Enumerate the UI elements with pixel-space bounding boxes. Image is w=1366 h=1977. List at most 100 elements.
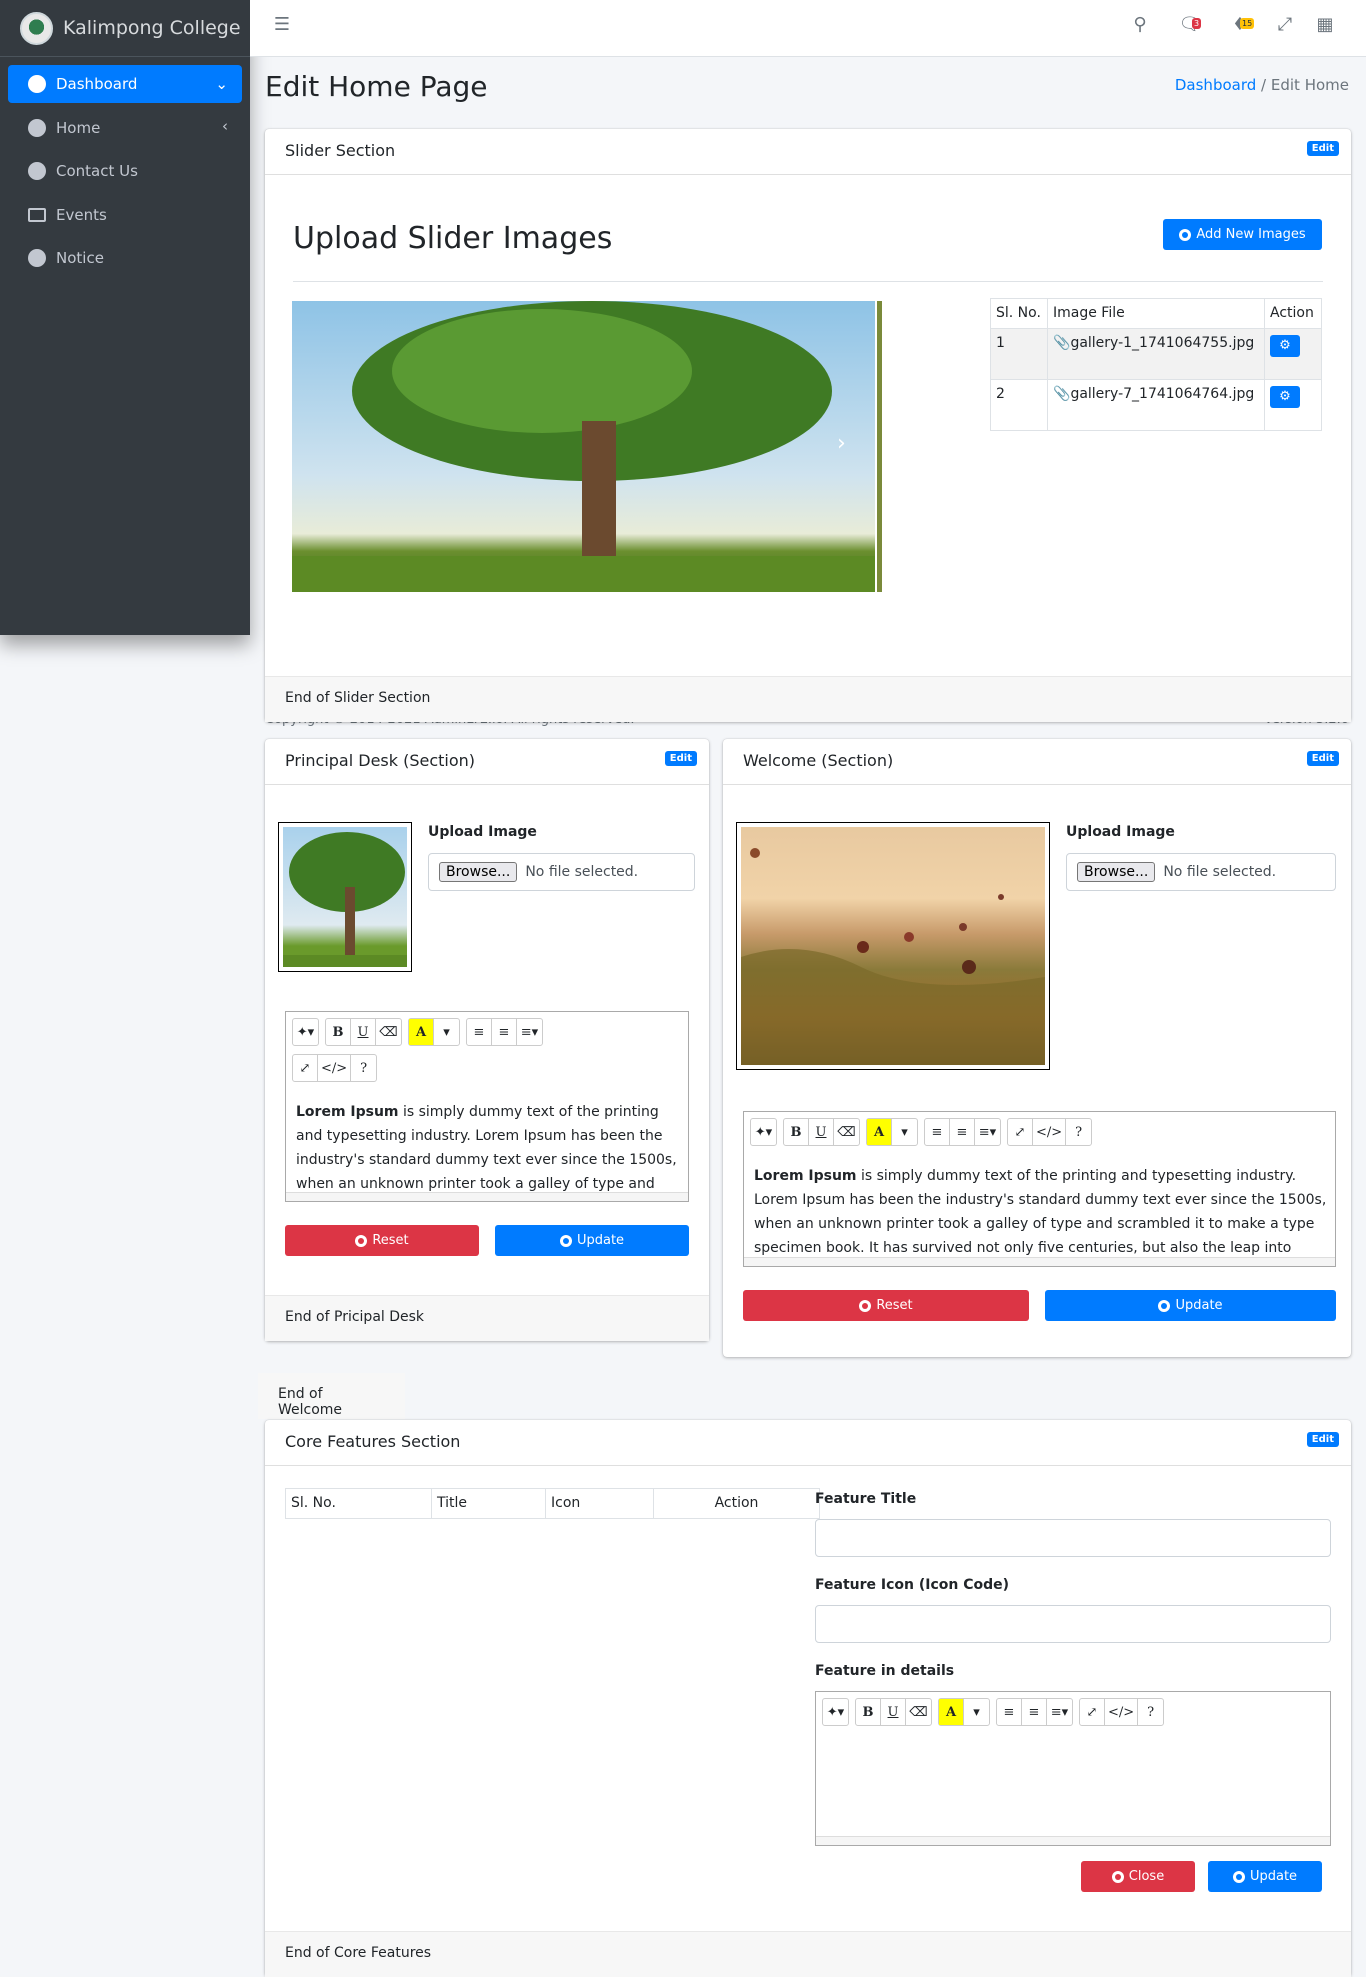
bold-icon[interactable]: B	[856, 1699, 881, 1725]
principal-reset-button[interactable]: Reset	[285, 1225, 479, 1256]
help-icon[interactable]: ?	[1066, 1119, 1091, 1145]
sidebar-item-home[interactable]: Home ‹	[8, 109, 242, 147]
sidebar-item-contact-us[interactable]: Contact Us	[8, 152, 242, 190]
menu-toggle-icon[interactable]: ☰	[270, 14, 294, 38]
welcome-editor-text[interactable]: Lorem Ipsum is simply dummy text of the …	[754, 1164, 1327, 1266]
editor-resize-handle[interactable]	[816, 1836, 1330, 1845]
core-close-button[interactable]: Close	[1081, 1861, 1195, 1892]
circle-icon	[28, 162, 46, 180]
underline-icon[interactable]: U	[809, 1119, 834, 1145]
fullscreen-icon[interactable]: ⤢	[1008, 1119, 1033, 1145]
feature-icon-input[interactable]	[815, 1605, 1331, 1643]
color-dropdown-icon[interactable]: ▾	[964, 1699, 989, 1725]
code-view-icon[interactable]: </>	[1105, 1699, 1139, 1725]
check-circle-icon	[559, 1234, 572, 1247]
search-icon[interactable]: ⚲	[1128, 14, 1152, 38]
principal-update-button[interactable]: Update	[495, 1225, 689, 1256]
style-wand-icon[interactable]: ✦▾	[823, 1699, 848, 1725]
carousel-next-icon[interactable]: ›	[837, 431, 846, 456]
editor-toolbar: ✦▾ B U ⌫ A ▾ ≡ ≡ ≡▾	[292, 1018, 543, 1046]
settings-button[interactable]: ⚙	[1270, 386, 1300, 408]
chevron-left-icon: ‹	[222, 117, 228, 135]
image-icon	[28, 208, 46, 222]
font-color-icon[interactable]: A	[939, 1699, 964, 1725]
card-header: Core Features Section Edit	[265, 1420, 1351, 1466]
style-wand-icon[interactable]: ✦▾	[293, 1019, 318, 1045]
principal-rich-text-editor[interactable]: ✦▾ B U ⌫ A ▾ ≡ ≡ ≡▾ ⤢ </>? Lorem Ipsum is simp…	[285, 1011, 689, 1202]
slider-section-card: Slider Section Edit Upload Slider Images…	[265, 129, 1351, 722]
welcome-reset-button[interactable]: Reset	[743, 1290, 1029, 1321]
principal-editor-text[interactable]: Lorem Ipsum is simply dummy text of the …	[296, 1100, 680, 1196]
underline-icon[interactable]: U	[351, 1019, 376, 1045]
upload-image-label: Upload Image	[428, 824, 537, 840]
slider-images-table: Sl. No. Image File Action 1 📎gallery-1_1…	[990, 298, 1322, 431]
messages-icon[interactable]: 🗨 3	[1178, 14, 1202, 38]
edit-button[interactable]: Edit	[664, 751, 697, 766]
feature-title-input[interactable]	[815, 1519, 1331, 1557]
help-icon[interactable]: ?	[351, 1055, 376, 1081]
card-header: Welcome (Section) Edit	[723, 739, 1351, 785]
editor-resize-handle[interactable]	[744, 1257, 1335, 1266]
welcome-rich-text-editor[interactable]: ✦▾ B U ⌫ A ▾ ≡ ≡ ≡▾ ⤢ </>? Lorem Ipsum is simp…	[743, 1111, 1336, 1267]
unordered-list-icon[interactable]: ≡	[925, 1119, 950, 1145]
add-new-images-button[interactable]: Add New Images	[1163, 219, 1322, 250]
times-circle-icon	[859, 1299, 872, 1312]
fullscreen-icon[interactable]: ⤢	[1080, 1699, 1105, 1725]
font-color-icon[interactable]: A	[867, 1119, 892, 1145]
feature-details-editor[interactable]: ✦▾ B U ⌫ A ▾ ≡ ≡ ≡▾ ⤢ </>?	[815, 1691, 1331, 1846]
ordered-list-icon[interactable]: ≡	[950, 1119, 975, 1145]
font-color-icon[interactable]: A	[409, 1019, 434, 1045]
eraser-icon[interactable]: ⌫	[906, 1699, 931, 1725]
help-icon[interactable]: ?	[1138, 1699, 1163, 1725]
browse-button[interactable]: Browse...	[439, 862, 518, 882]
bold-icon[interactable]: B	[784, 1119, 809, 1145]
breadcrumb: Dashboard / Edit Home	[1174, 76, 1349, 94]
bold-icon[interactable]: B	[326, 1019, 351, 1045]
breadcrumb-dashboard-link[interactable]: Dashboard	[1175, 76, 1256, 94]
ordered-list-icon[interactable]: ≡	[1022, 1699, 1047, 1725]
college-logo	[20, 11, 53, 45]
brand-link[interactable]: Kalimpong College	[0, 0, 250, 57]
core-features-table: Sl. No. Title Icon Action	[285, 1488, 820, 1519]
edit-button[interactable]: Edit	[1306, 751, 1339, 766]
eraser-icon[interactable]: ⌫	[834, 1119, 859, 1145]
editor-resize-handle[interactable]	[286, 1192, 688, 1201]
circle-icon	[28, 249, 46, 267]
align-icon[interactable]: ≡▾	[1047, 1699, 1072, 1725]
editor-toolbar: ✦▾ B U ⌫ A ▾ ≡ ≡ ≡▾ ⤢ </>?	[750, 1118, 1093, 1146]
check-circle-icon	[1232, 1870, 1245, 1883]
code-view-icon[interactable]: </>	[1033, 1119, 1067, 1145]
principal-image	[278, 822, 412, 972]
edit-button[interactable]: Edit	[1306, 141, 1339, 156]
browse-button[interactable]: Browse...	[1077, 862, 1156, 882]
fullscreen-icon[interactable]: ⤢	[293, 1055, 318, 1081]
fullscreen-icon[interactable]: ⤢	[1273, 14, 1297, 38]
align-icon[interactable]: ≡▾	[975, 1119, 1000, 1145]
core-update-button[interactable]: Update	[1208, 1861, 1322, 1892]
eraser-icon[interactable]: ⌫	[376, 1019, 401, 1045]
page-title: Edit Home Page	[265, 70, 488, 103]
code-view-icon[interactable]: </>	[318, 1055, 352, 1081]
style-wand-icon[interactable]: ✦▾	[751, 1119, 776, 1145]
principal-file-input[interactable]: Browse... No file selected.	[428, 853, 695, 891]
grid-icon[interactable]: ▦	[1313, 14, 1337, 38]
messages-badge: 3	[1192, 18, 1202, 29]
edit-button[interactable]: Edit	[1306, 1432, 1339, 1447]
unordered-list-icon[interactable]: ≡	[467, 1019, 492, 1045]
sidebar-item-dashboard[interactable]: Dashboard ⌄	[8, 65, 242, 103]
align-icon[interactable]: ≡▾	[517, 1019, 542, 1045]
table-row: 2 📎gallery-7_1741064764.jpg ⚙	[990, 379, 1322, 431]
welcome-update-button[interactable]: Update	[1045, 1290, 1336, 1321]
notifications-icon[interactable]: ♦15	[1228, 14, 1255, 38]
underline-icon[interactable]: U	[881, 1699, 906, 1725]
welcome-file-input[interactable]: Browse... No file selected.	[1066, 853, 1336, 891]
sidebar-item-notice[interactable]: Notice	[8, 239, 242, 277]
settings-button[interactable]: ⚙	[1270, 335, 1300, 357]
ordered-list-icon[interactable]: ≡	[492, 1019, 517, 1045]
unordered-list-icon[interactable]: ≡	[997, 1699, 1022, 1725]
sidebar-item-events[interactable]: Events	[8, 196, 242, 234]
notifications-badge: 15	[1240, 18, 1255, 29]
slider-heading: Upload Slider Images	[293, 221, 613, 256]
color-dropdown-icon[interactable]: ▾	[892, 1119, 917, 1145]
color-dropdown-icon[interactable]: ▾	[434, 1019, 459, 1045]
